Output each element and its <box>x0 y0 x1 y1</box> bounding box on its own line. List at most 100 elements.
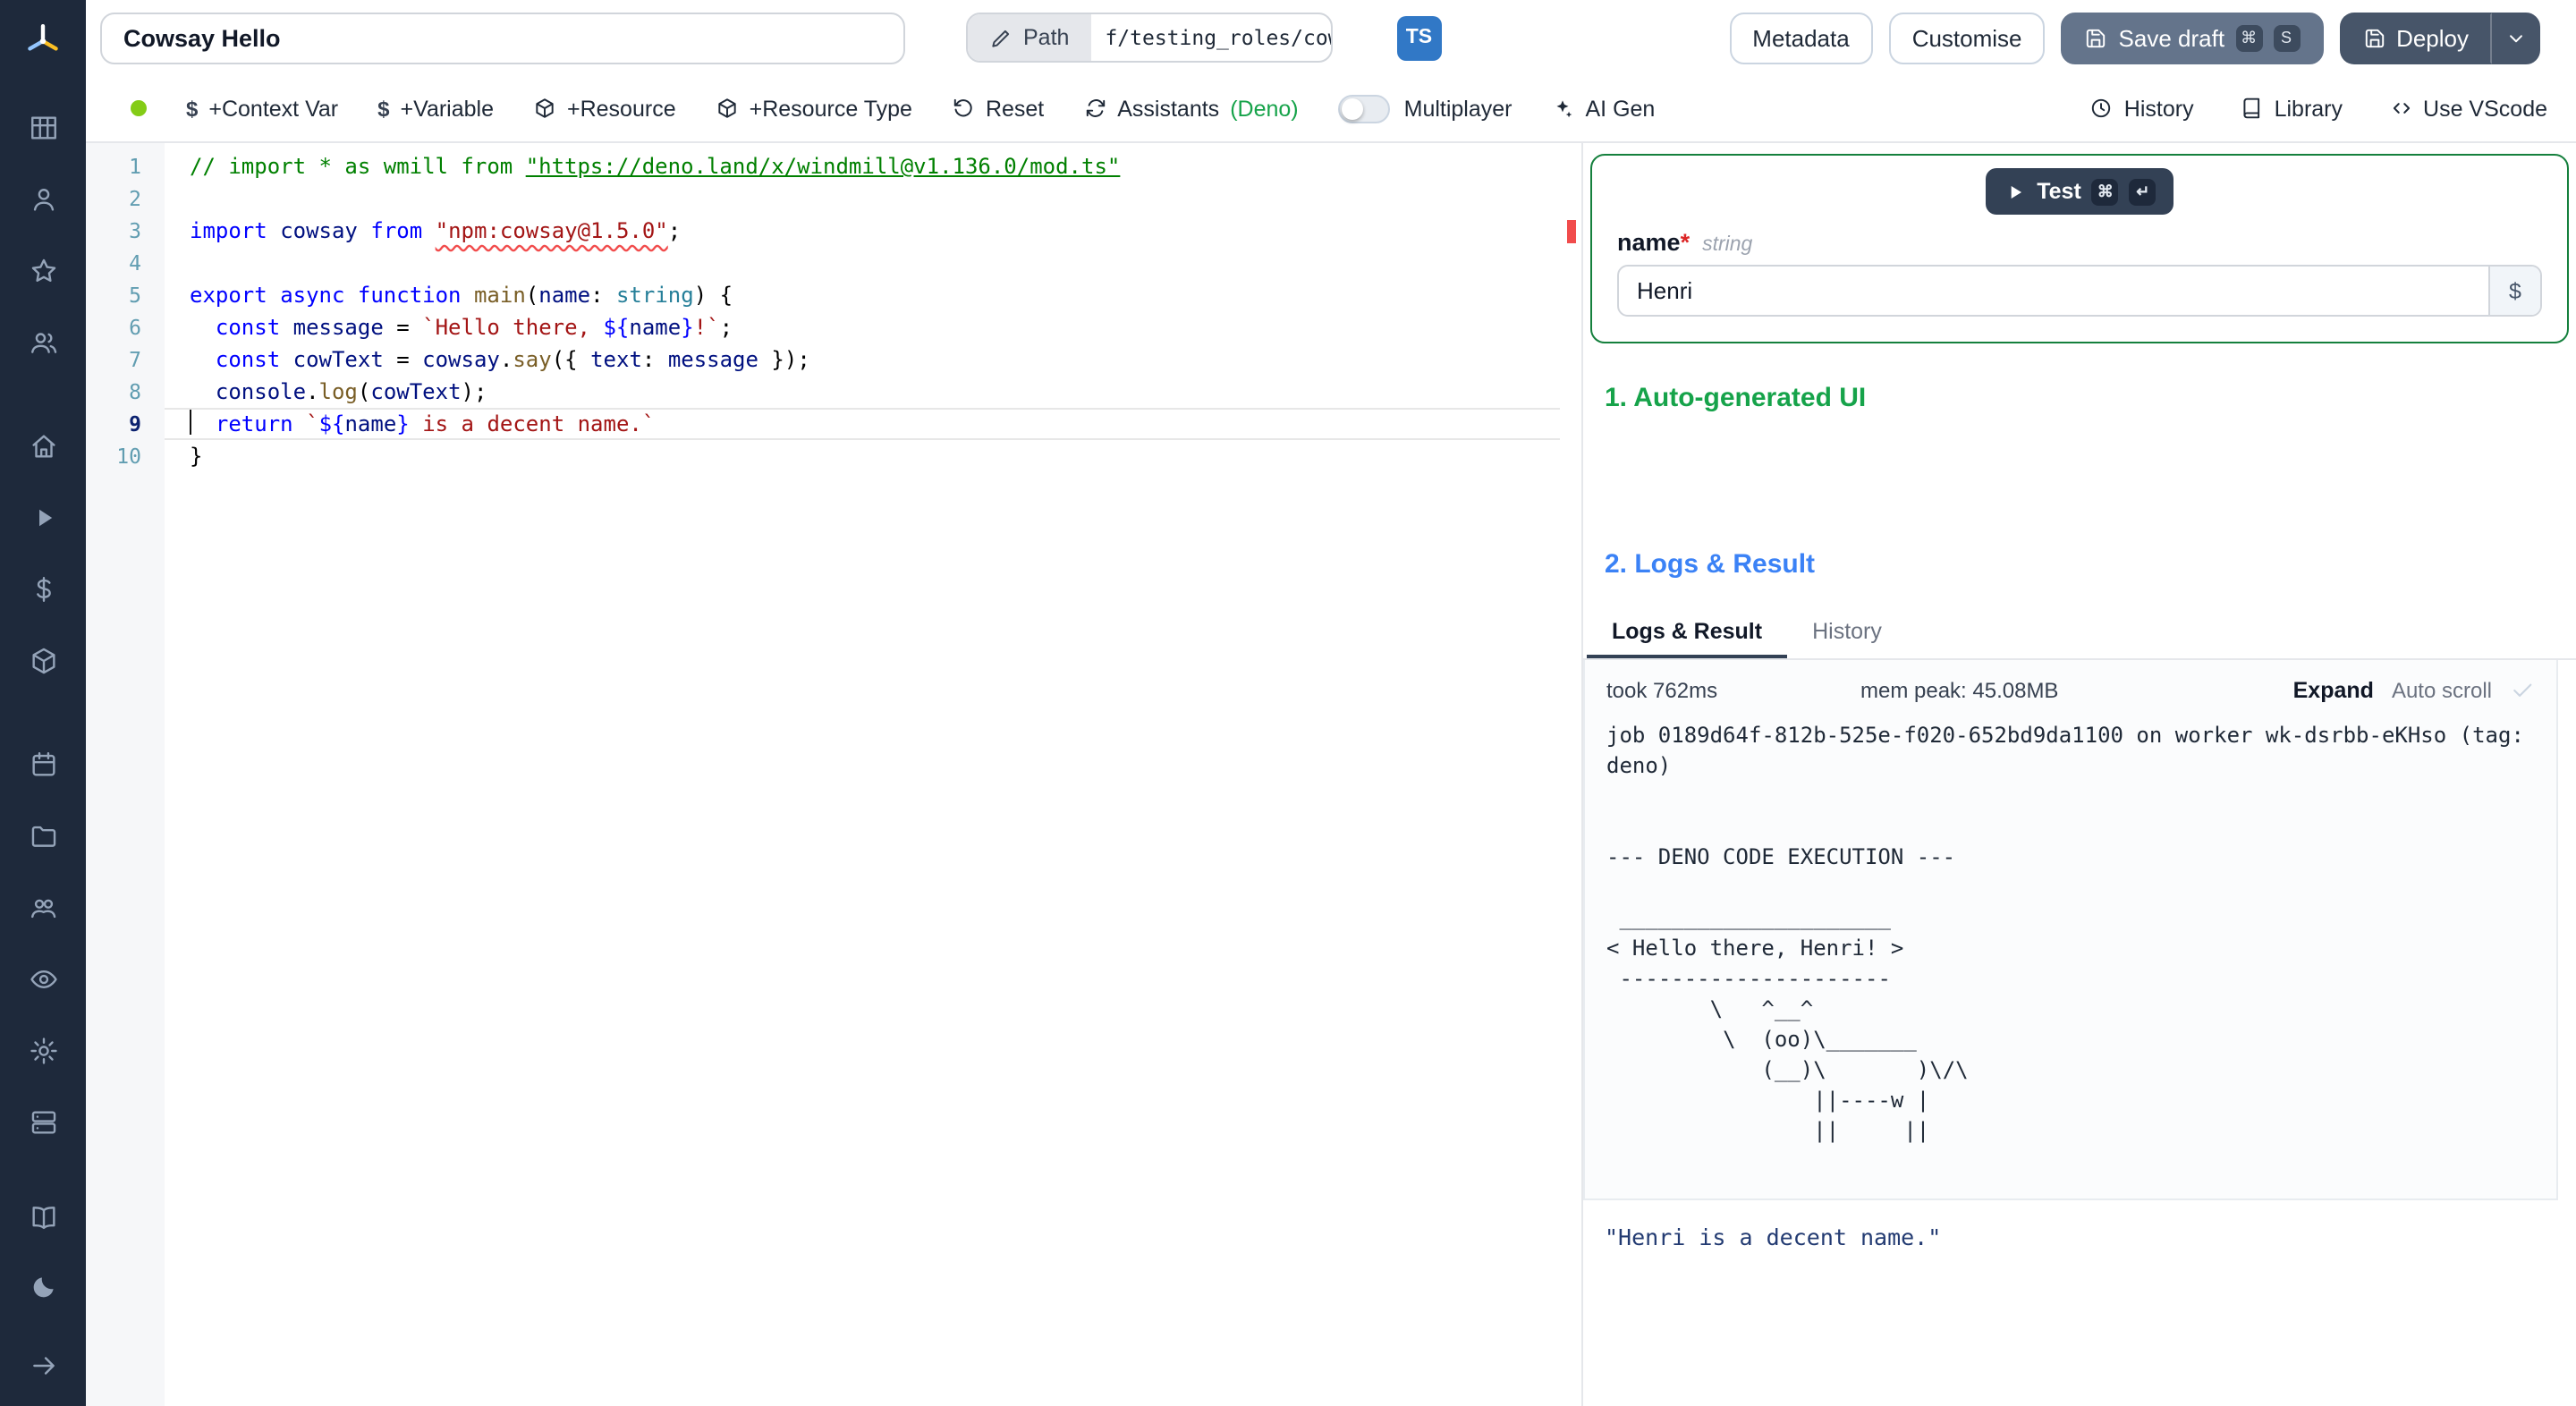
line-number: 7 <box>129 347 141 372</box>
home-icon[interactable] <box>20 422 66 469</box>
test-args-box: Test ⌘ ↵ name * string $ <box>1590 154 2569 343</box>
expand-button[interactable]: Expand <box>2293 678 2374 703</box>
code-pane[interactable]: // import * as wmill from "https://deno.… <box>165 143 1560 1406</box>
result-tabs: Logs & Result History <box>1583 605 2576 660</box>
metadata-button[interactable]: Metadata <box>1729 12 1873 64</box>
code-editor[interactable]: 1 2 3 4 5 6 7 8 9 10 // import * as wmill from "h… <box>86 143 1581 1406</box>
code-token: ; <box>667 218 682 243</box>
section-auto-generated-ui: 1. Auto-generated UI <box>1605 383 1867 413</box>
overview-ruler <box>1560 143 1581 1406</box>
arg-label-row: name * string <box>1617 229 2542 256</box>
cube-icon[interactable] <box>20 637 66 683</box>
code-token: : <box>590 283 616 308</box>
dollar-icon: $ <box>377 96 390 121</box>
main-column: Path f/testing_roles/cowsa TS Metadata C… <box>86 0 2576 1406</box>
multiplayer-toggle[interactable] <box>1337 94 1390 123</box>
test-button[interactable]: Test ⌘ ↵ <box>1985 168 2174 215</box>
deploy-button[interactable]: Deploy <box>2339 12 2492 64</box>
star-icon[interactable] <box>20 247 66 293</box>
code-line[interactable]: console.log(cowText); <box>165 376 1560 408</box>
moon-icon[interactable] <box>20 1263 66 1309</box>
add-variable-button[interactable]: $ +Variable <box>377 96 494 121</box>
dollar-icon[interactable] <box>20 565 66 612</box>
tab-logs-result[interactable]: Logs & Result <box>1587 605 1787 658</box>
history-button[interactable]: History <box>2090 96 2194 121</box>
code-token: ; <box>719 315 733 340</box>
code-token: . <box>499 347 513 372</box>
play-icon[interactable] <box>20 494 66 540</box>
library-button[interactable]: Library <box>2241 96 2343 121</box>
gear-icon[interactable] <box>20 1027 66 1073</box>
arg-name-input[interactable] <box>1617 265 2542 317</box>
job-mem-peak: mem peak: 45.08MB <box>1860 678 2059 703</box>
code-token: // import * as wmill from <box>190 154 526 179</box>
calendar-icon[interactable] <box>20 741 66 787</box>
code-line[interactable]: return `${name} is a decent name.` <box>165 408 1560 440</box>
arrow-right-icon[interactable] <box>20 1342 66 1388</box>
line-number: 10 <box>116 444 141 469</box>
line-number: 5 <box>129 283 141 308</box>
path-control[interactable]: Path f/testing_roles/cowsa <box>966 13 1333 63</box>
multiplayer-control: Multiplayer <box>1337 94 1513 123</box>
add-resource-type-label: +Resource Type <box>749 96 912 121</box>
code-token: function <box>357 283 462 308</box>
book-icon[interactable] <box>20 1193 66 1240</box>
add-resource-type-button[interactable]: +Resource Type <box>716 96 912 121</box>
code-line[interactable]: const message = `Hello there, ${name}!`; <box>165 311 1560 343</box>
variable-picker-button[interactable]: $ <box>2488 267 2540 315</box>
code-line[interactable]: } <box>165 440 1560 472</box>
refresh-icon <box>1086 99 1105 117</box>
tab-history[interactable]: History <box>1787 605 1907 658</box>
add-resource-button[interactable]: +Resource <box>533 96 676 121</box>
code-token: string <box>615 283 694 308</box>
code-token: console <box>215 379 307 404</box>
code-line[interactable] <box>165 182 1560 215</box>
dollar-icon: $ <box>186 96 199 121</box>
code-line[interactable] <box>165 247 1560 279</box>
kbd-cmd-chip: ⌘ <box>2091 178 2119 205</box>
code-line[interactable]: import cowsay from "npm:cowsay@1.5.0"; <box>165 215 1560 247</box>
deploy-dropdown-button[interactable] <box>2492 12 2540 64</box>
code-token: import <box>190 218 267 243</box>
save-icon <box>2087 28 2106 47</box>
line-number: 3 <box>129 218 141 243</box>
multiplayer-label: Multiplayer <box>1403 96 1513 121</box>
folder-icon[interactable] <box>20 812 66 859</box>
autoscroll-toggle[interactable]: Auto scroll <box>2392 678 2492 703</box>
code-token: } <box>190 444 203 469</box>
path-button[interactable]: Path <box>968 14 1091 61</box>
code-token: log <box>318 379 358 404</box>
users-icon[interactable] <box>20 318 66 365</box>
use-vscode-button[interactable]: Use VScode <box>2389 96 2547 121</box>
code-line[interactable]: const cowText = cowsay.say({ text: messa… <box>165 343 1560 376</box>
app-root: Path f/testing_roles/cowsa TS Metadata C… <box>0 0 2576 1406</box>
add-context-var-button[interactable]: $ +Context Var <box>186 96 338 121</box>
windmill-logo[interactable] <box>0 0 86 82</box>
group-icon[interactable] <box>20 884 66 930</box>
customise-button[interactable]: Customise <box>1888 12 2046 64</box>
assistants-button[interactable]: Assistants (Deno) <box>1083 96 1299 121</box>
test-label: Test <box>2037 179 2081 204</box>
save-draft-button[interactable]: Save draft ⌘ S <box>2061 12 2324 64</box>
user-icon[interactable] <box>20 175 66 222</box>
code-line[interactable]: // import * as wmill from "https://deno.… <box>165 150 1560 182</box>
path-value[interactable]: f/testing_roles/cowsa <box>1090 25 1330 50</box>
code-line[interactable]: export async function main(name: string)… <box>165 279 1560 311</box>
code-token: main <box>473 283 526 308</box>
reset-button[interactable]: Reset <box>952 96 1044 121</box>
server-icon[interactable] <box>20 1098 66 1145</box>
script-name-input[interactable] <box>100 12 905 64</box>
ai-gen-button[interactable]: AI Gen <box>1552 96 1655 121</box>
grid-icon[interactable] <box>20 104 66 150</box>
eye-icon[interactable] <box>20 955 66 1002</box>
sidebar-footer <box>20 1342 66 1388</box>
code-token: : <box>641 347 668 372</box>
log-box: took 762ms mem peak: 45.08MB Expand Auto… <box>1583 660 2558 1200</box>
